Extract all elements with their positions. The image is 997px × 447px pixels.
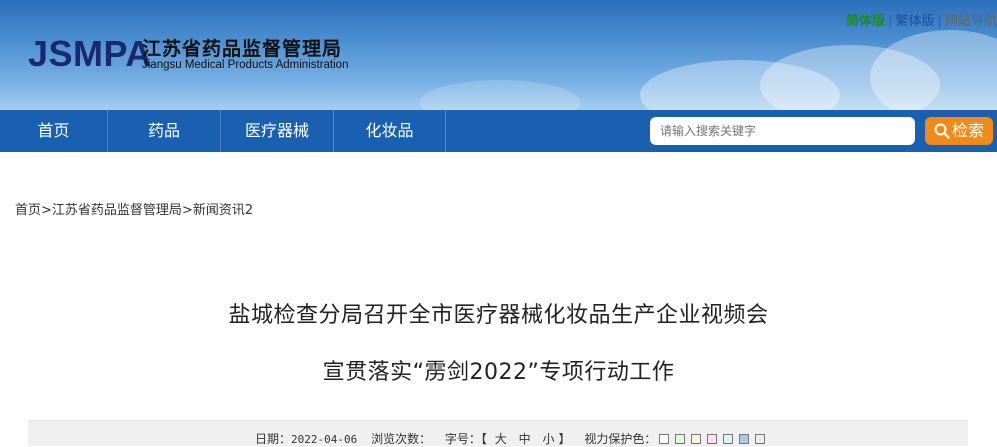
simplified-chinese-link[interactable]: 简体版 <box>846 14 885 29</box>
color-swatch[interactable] <box>691 434 702 444</box>
date-value: 2022-04-06 <box>291 433 358 446</box>
color-swatch[interactable] <box>723 434 734 444</box>
breadcrumb-level2[interactable]: 新闻资讯2 <box>193 203 253 218</box>
font-size-medium[interactable]: 中 <box>519 432 531 446</box>
color-swatch[interactable] <box>755 434 766 444</box>
nav-item-cosmetics[interactable]: 化妆品 <box>334 110 446 152</box>
nav-item-medical-devices[interactable]: 医疗器械 <box>221 110 334 152</box>
color-swatch[interactable] <box>739 434 750 444</box>
font-size-large[interactable]: 大 <box>495 432 507 446</box>
site-header: JSMPA 江苏省药品监督管理局 Jiangsu Medical Product… <box>0 0 997 110</box>
breadcrumb-level1[interactable]: 江苏省药品监督管理局 <box>52 203 182 218</box>
breadcrumb-separator: > <box>41 203 52 218</box>
font-size-small[interactable]: 小 <box>542 432 554 446</box>
eye-care-label: 视力保护色： <box>584 432 657 446</box>
cloud-decoration <box>870 30 997 110</box>
color-swatch[interactable] <box>707 434 718 444</box>
article-title-line2: 宣贯落实“雳剑2022”专项行动工作 <box>322 360 675 385</box>
search-input[interactable] <box>650 117 915 145</box>
logo-abbreviation[interactable]: JSMPA <box>28 33 152 75</box>
info-bar-content: 日期：2022-04-06 浏览次数： 字号：【 大 中 小】 视力保护色： <box>255 430 768 447</box>
main-navigation: 首页 药品 医疗器械 化妆品 检索 <box>0 110 997 152</box>
article-info-bar: 日期：2022-04-06 浏览次数： 字号：【 大 中 小】 视力保护色： <box>28 420 968 446</box>
nav-item-drugs[interactable]: 药品 <box>108 110 221 152</box>
breadcrumb-separator: > <box>181 203 193 218</box>
site-navigation-link[interactable]: 网站导航 <box>945 14 997 29</box>
search-button-label: 检索 <box>951 121 984 140</box>
nav-item-home[interactable]: 首页 <box>0 110 108 152</box>
color-swatch[interactable] <box>659 434 670 444</box>
font-size-close: 】 <box>558 432 571 446</box>
traditional-chinese-link[interactable]: 繁体版 <box>896 14 935 29</box>
separator: | <box>888 14 893 29</box>
color-swatch[interactable] <box>675 434 686 444</box>
font-size-label: 字号：【 <box>444 432 487 446</box>
top-links: 简体版 | 繁体版 | 网站导航 <box>846 10 997 29</box>
breadcrumb-home[interactable]: 首页 <box>15 203 41 218</box>
org-name-chinese: 江苏省药品监督管理局 <box>142 38 343 60</box>
breadcrumb: 首页>江苏省药品监督管理局>新闻资讯2 <box>15 199 253 218</box>
article-title-line1: 盐城检查分局召开全市医疗器械化妆品生产企业视频会 <box>228 303 769 328</box>
search-icon <box>934 123 950 139</box>
org-name-english: Jiangsu Medical Products Administration <box>142 59 349 71</box>
eye-care-swatches <box>656 432 768 446</box>
cloud-decoration <box>420 80 580 110</box>
separator: | <box>937 14 942 29</box>
search-button[interactable]: 检索 <box>925 117 993 145</box>
date-label: 日期： <box>255 432 292 446</box>
views-label: 浏览次数： <box>371 432 432 446</box>
